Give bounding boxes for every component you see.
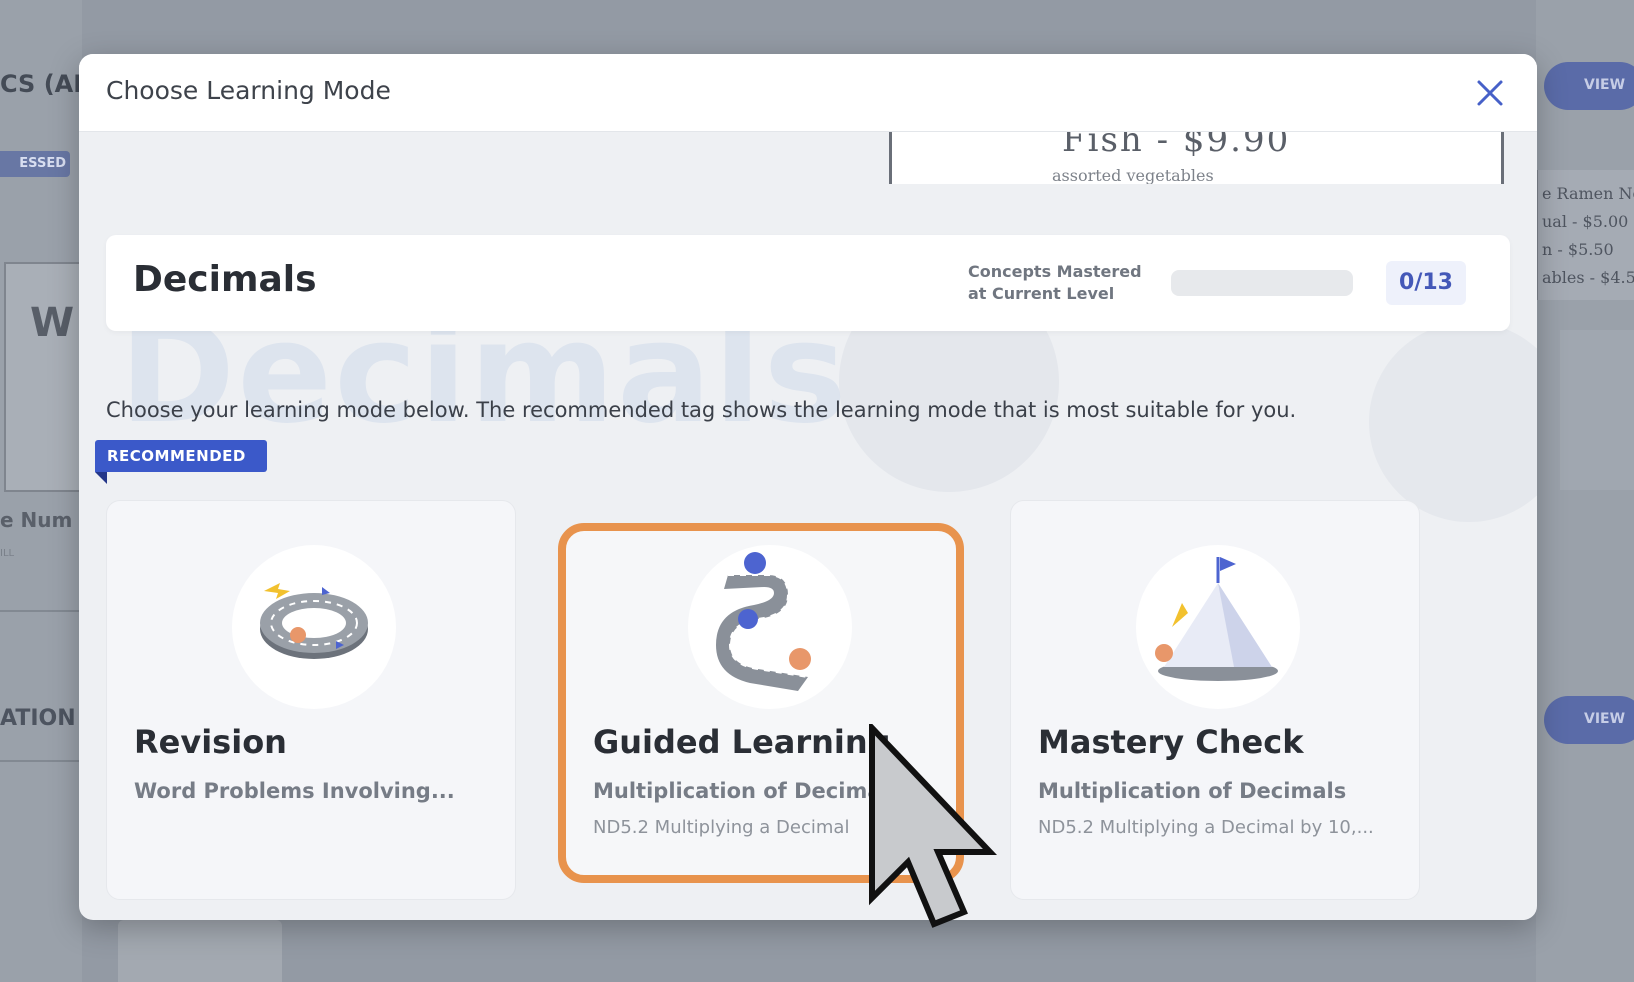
background-section-title: ATION [0, 706, 76, 731]
background-card-letter: W [30, 300, 75, 346]
mode-subtitle: Word Problems Involving... [134, 779, 455, 803]
background-item [118, 920, 282, 982]
background-right-column [1536, 0, 1634, 982]
background-title: CS (AL [0, 70, 89, 98]
mouse-cursor-icon [869, 724, 997, 928]
background-badge: ESSED [0, 151, 70, 177]
background-view-button: VIEW [1544, 696, 1634, 744]
close-icon [1477, 80, 1503, 106]
mountain-flag-icon [1155, 557, 1278, 681]
mastery-count: 0/13 [1386, 261, 1466, 305]
background-divider [0, 760, 82, 762]
concepts-mastered-label: Concepts Mastered at Current Level [968, 262, 1142, 303]
instructions-text: Choose your learning mode below. The rec… [106, 398, 1297, 422]
background-note-line: n - $5.50 [1542, 240, 1614, 259]
background-card [4, 262, 82, 492]
modal-title: Choose Learning Mode [106, 76, 391, 105]
recommended-tag: RECOMMENDED [95, 440, 267, 472]
worksheet-preview-line: assorted vegetables [1052, 166, 1214, 184]
topic-header-card: Decimals Concepts Mastered at Current Le… [106, 235, 1510, 331]
mode-card-mastery-check[interactable]: Mastery Check Multiplication of Decimals… [1010, 500, 1420, 900]
background-divider [0, 610, 82, 612]
mode-detail: ND5.2 Multiplying a Decimal by 10,... [1038, 817, 1374, 838]
mode-title: Revision [134, 723, 287, 761]
mode-icon-circle [688, 545, 852, 709]
background-illustration [1560, 330, 1634, 490]
mode-title: Guided Learning [593, 723, 891, 761]
learning-mode-modal: Choose Learning Mode Fish - $9.90 assort… [79, 54, 1537, 920]
modal-header: Choose Learning Mode [79, 54, 1537, 132]
watermark-shape [1369, 322, 1537, 522]
worksheet-preview-line: Fish - $9.90 [1062, 132, 1291, 160]
background-note-line: e Ramen No [1542, 184, 1634, 203]
recommended-tag-tail [95, 472, 107, 484]
mode-title: Mastery Check [1038, 723, 1304, 761]
mode-subtitle: Multiplication of Decima [593, 779, 882, 803]
mode-icon-circle [232, 545, 396, 709]
background-menu-note: e Ramen No ual - $5.00 n - $5.50 ables -… [1536, 170, 1634, 300]
background-view-button: VIEW [1544, 62, 1634, 110]
mode-icon-circle [1136, 545, 1300, 709]
winding-road-icon [716, 552, 811, 691]
topic-title: Decimals [133, 259, 317, 300]
mode-card-revision[interactable]: Revision Word Problems Involving... [106, 500, 516, 900]
background-card-title: e Num [0, 508, 73, 532]
background-note-line: ables - $4.5 [1542, 268, 1634, 287]
close-button[interactable] [1471, 74, 1509, 112]
worksheet-preview: Fish - $9.90 assorted vegetables [889, 132, 1504, 184]
background-card-meta: ILL [0, 548, 15, 559]
modal-body: Fish - $9.90 assorted vegetables Decimal… [79, 132, 1537, 920]
ring-road-icon [260, 583, 368, 659]
mode-subtitle: Multiplication of Decimals [1038, 779, 1347, 803]
background-note-line: ual - $5.00 [1542, 212, 1629, 231]
mode-detail: ND5.2 Multiplying a Decimal [593, 817, 850, 838]
mastery-progress-bar [1171, 270, 1353, 296]
